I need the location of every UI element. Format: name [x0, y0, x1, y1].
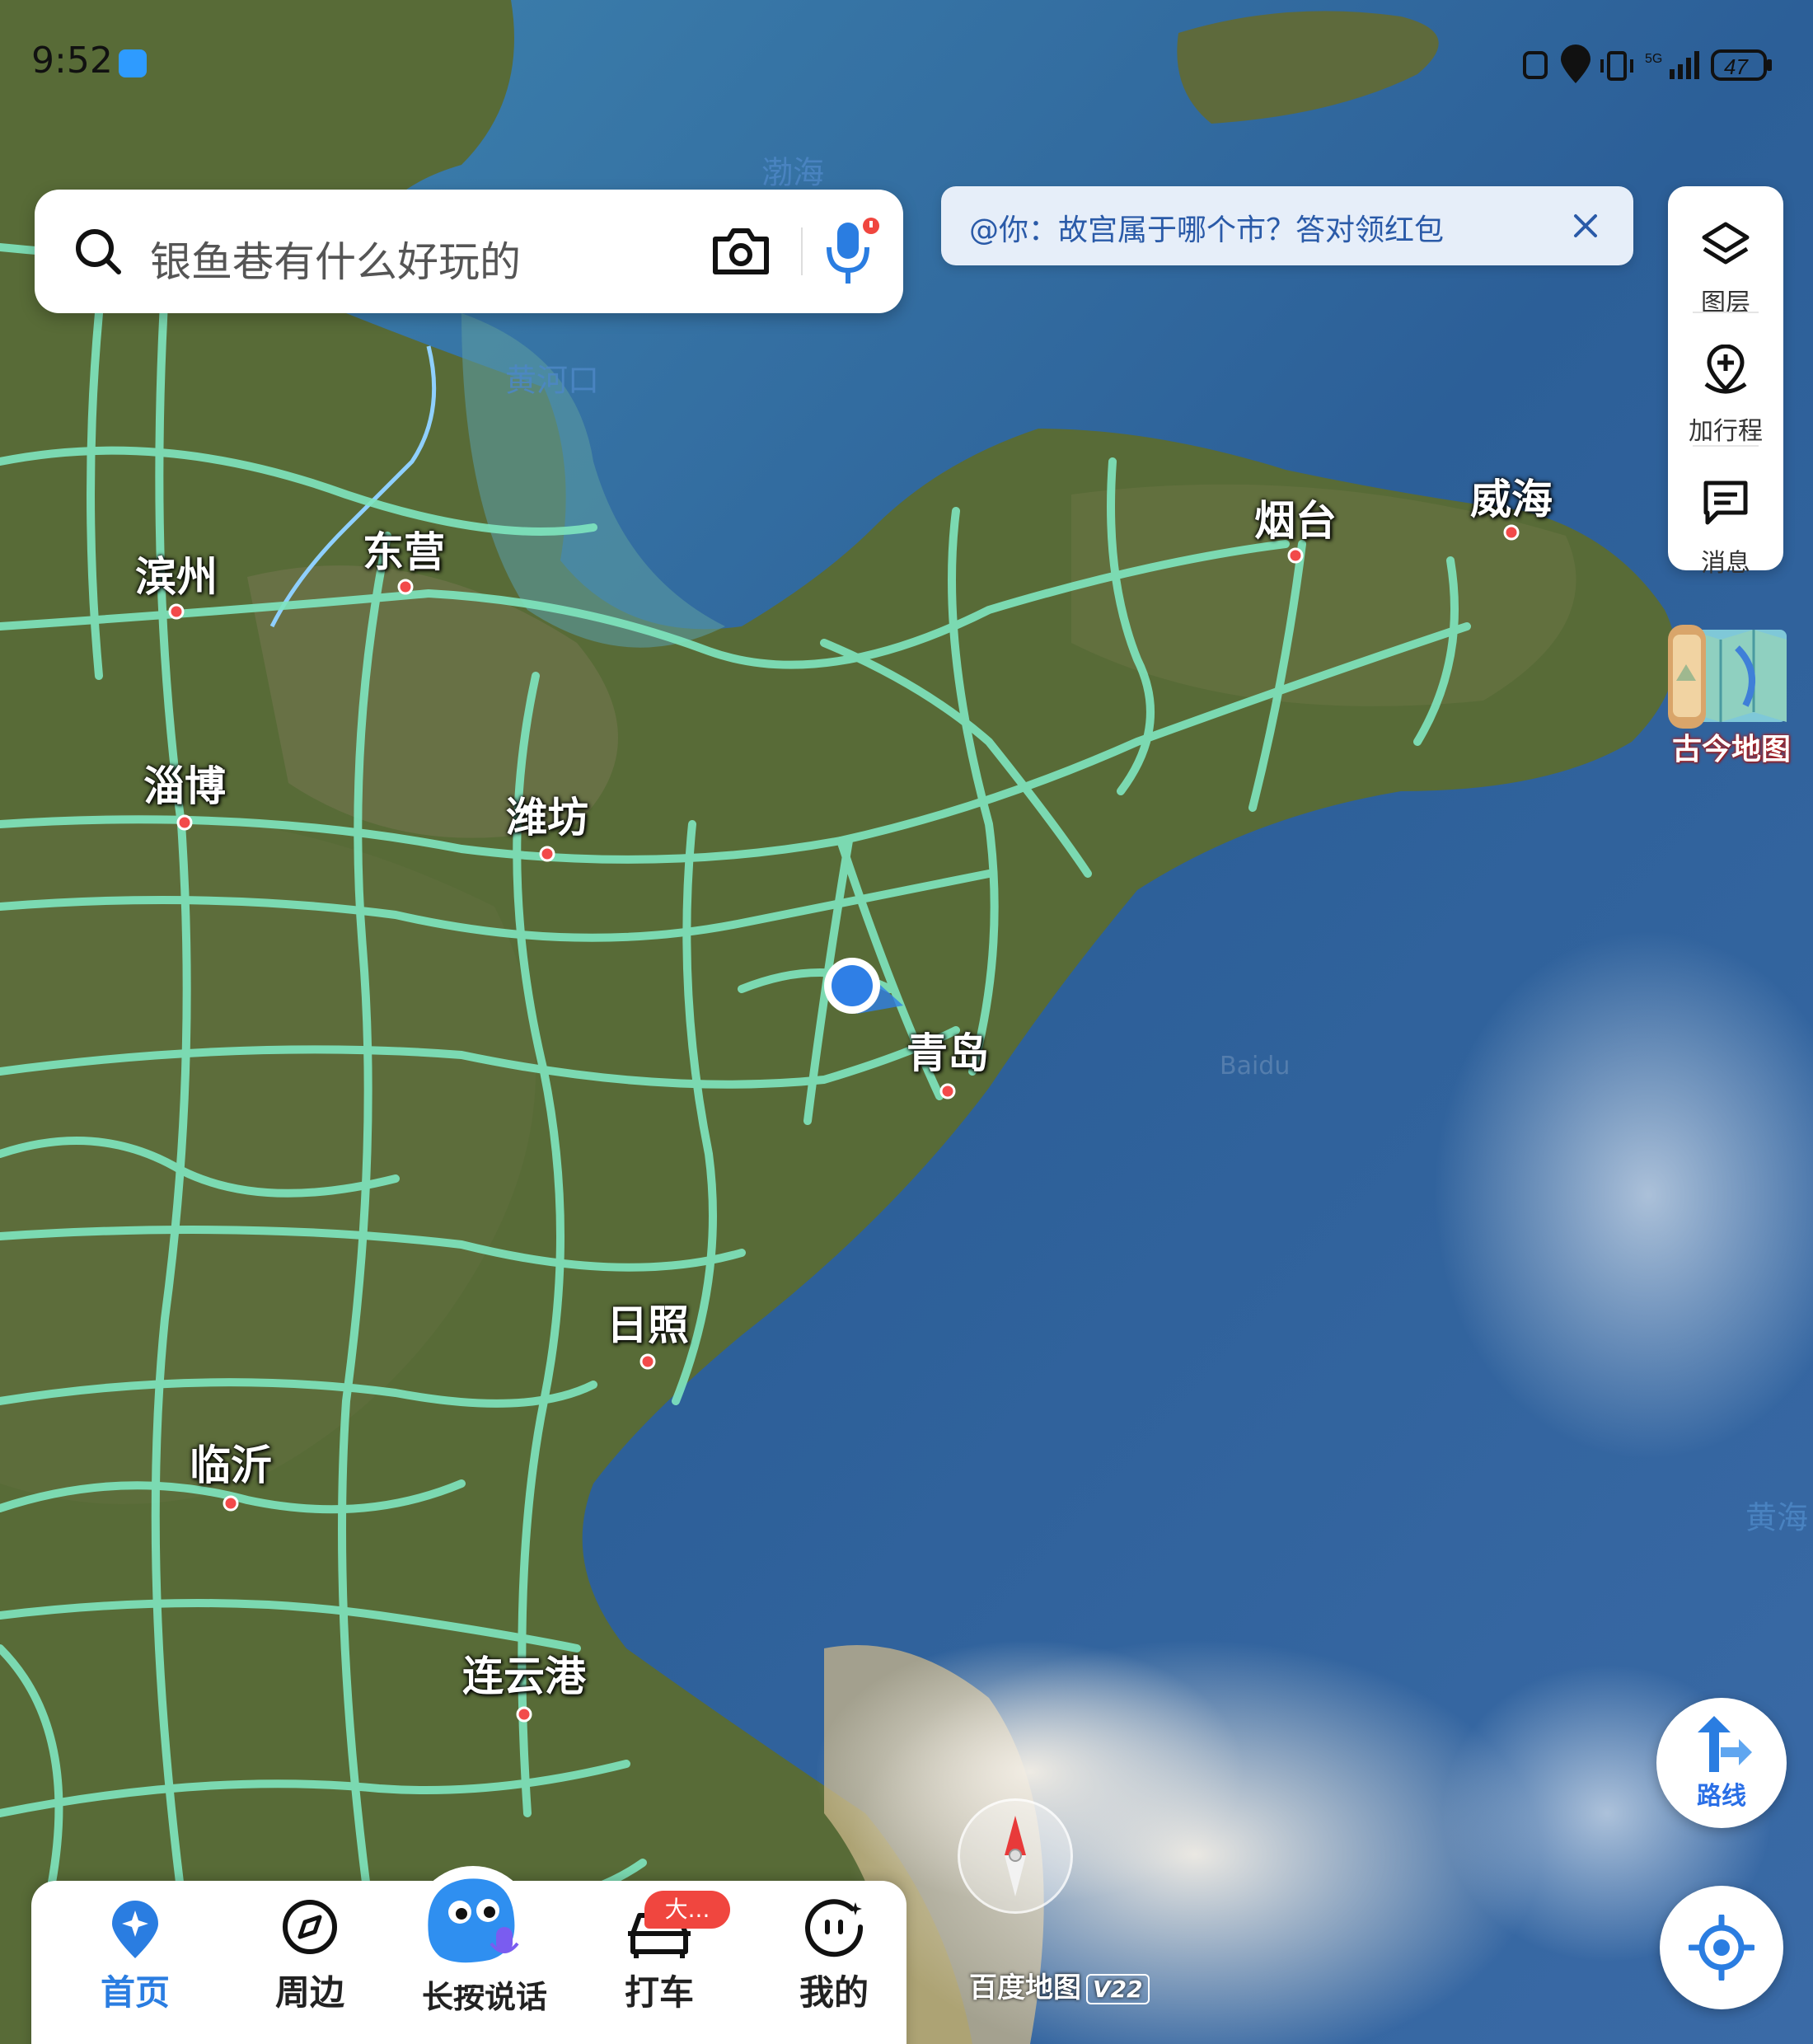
close-icon[interactable]	[1571, 211, 1600, 241]
route-arrow-icon	[1698, 1716, 1752, 1772]
city-label-rizhao[interactable]: 日照	[607, 1292, 689, 1352]
voice-assistant-mascot[interactable]	[382, 1836, 564, 1988]
add-trip-button[interactable]: 加行程	[1668, 331, 1783, 455]
signal-icon	[1670, 69, 1675, 79]
tab-me[interactable]: 我的	[760, 1881, 908, 2037]
search-icon	[76, 229, 121, 274]
status-app-icon	[119, 49, 147, 77]
vibrate-icon	[1607, 51, 1627, 81]
battery-level: 47	[1724, 54, 1749, 79]
locate-me-button[interactable]	[1660, 1886, 1783, 2009]
city-label-yantai[interactable]: 烟台	[1254, 488, 1337, 547]
message-icon	[1703, 481, 1748, 525]
right-tool-panel: 图层 加行程 消息	[1668, 186, 1783, 578]
camera-icon[interactable]	[710, 226, 771, 277]
city-label-binzhou[interactable]: 滨州	[135, 544, 218, 603]
messages-button[interactable]: 消息	[1668, 463, 1783, 587]
status-time: 9:52	[31, 40, 113, 82]
promo-banner-text[interactable]: @你：故宫属于哪个市？答对领红包	[969, 206, 1444, 249]
taxi-badge: 大...	[644, 1891, 730, 1929]
city-label-weifang[interactable]: 潍坊	[506, 785, 588, 844]
locate-target-icon	[1689, 1915, 1754, 1981]
compass-button[interactable]	[958, 1798, 1073, 1914]
city-label-linyi[interactable]: 临沂	[190, 1432, 272, 1492]
status-icons: 5G 47	[1521, 45, 1777, 86]
water-label-bohai: 渤海	[761, 154, 825, 191]
route-button[interactable]: 路线	[1656, 1698, 1787, 1828]
water-label-huanghekou: 黄河口	[504, 362, 600, 399]
panel-divider	[1693, 312, 1759, 313]
water-label-huanghai: 黄海	[1745, 1499, 1809, 1536]
gujin-map-label: 古今地图	[1671, 733, 1791, 766]
map-app: 渤海 黄河口 黄海 Baidu 滨州 东营 淄博 潍坊 烟台 威海 青岛 日照 …	[0, 0, 1813, 2044]
tab-taxi-label: 打车	[624, 1972, 694, 2013]
add-trip-label: 加行程	[1689, 417, 1763, 446]
add-trip-pin-icon	[1704, 345, 1747, 394]
city-label-lianyungang[interactable]: 连云港	[462, 1643, 586, 1703]
tab-home[interactable]: 首页	[61, 1881, 209, 2037]
city-label-weihai[interactable]: 威海	[1470, 466, 1553, 526]
microphone-icon[interactable]	[817, 218, 883, 287]
search-divider	[801, 227, 803, 275]
tab-me-label: 我的	[799, 1972, 869, 2013]
city-label-dongying[interactable]: 东营	[363, 519, 445, 579]
nfc-icon	[1523, 51, 1548, 79]
tab-home-label: 首页	[100, 1972, 170, 2013]
map-watermark: Baidu	[1220, 1052, 1291, 1081]
route-label: 路线	[1697, 1782, 1746, 1811]
home-location-icon	[112, 1901, 158, 1958]
ancient-scroll-map-icon	[1668, 625, 1787, 729]
tab-nearby-label: 周边	[274, 1972, 344, 2013]
city-label-qingdao[interactable]: 青岛	[906, 1020, 989, 1080]
map-provider-logo: 百度地图 V22	[969, 1965, 1150, 2005]
panel-divider	[1693, 445, 1759, 447]
tab-nearby[interactable]: 周边	[236, 1881, 384, 2037]
mascot-icon	[412, 1866, 534, 1988]
compass-nearby-icon	[283, 1900, 337, 1954]
messages-label: 消息	[1701, 549, 1750, 578]
layers-icon	[1702, 222, 1750, 265]
promo-banner[interactable]: @你：故宫属于哪个市？答对领红包	[941, 186, 1633, 265]
city-label-zibo[interactable]: 淄博	[143, 753, 226, 813]
map-version: V22	[1086, 1974, 1150, 2004]
search-placeholder[interactable]: 银鱼巷有什么好玩的	[150, 229, 521, 288]
search-bar[interactable]: 银鱼巷有什么好玩的	[35, 190, 903, 313]
profile-face-icon	[805, 1899, 864, 1957]
map-provider-name: 百度地图	[969, 1971, 1081, 2004]
gujin-map-button[interactable]: 古今地图	[1663, 623, 1800, 771]
compass-icon	[1005, 1816, 1026, 1896]
location-pin-icon	[1560, 45, 1591, 84]
network-type: 5G	[1645, 52, 1662, 66]
layers-button[interactable]: 图层	[1668, 203, 1783, 326]
